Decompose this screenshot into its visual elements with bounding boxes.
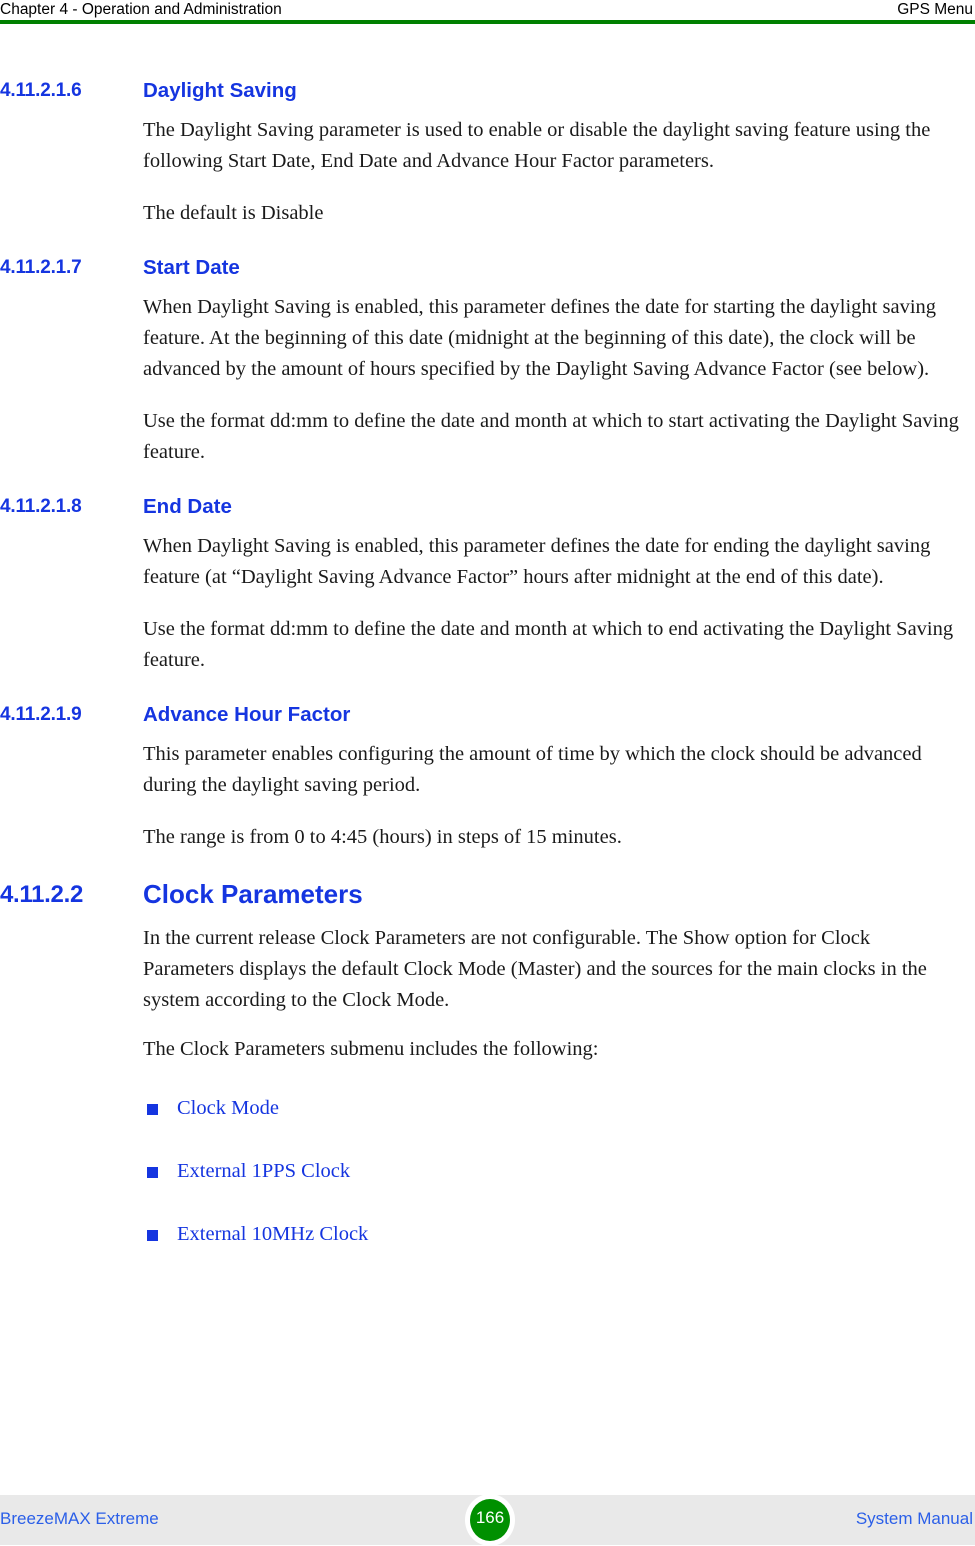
header-section-title: GPS Menu: [897, 1, 973, 18]
heading-title: Daylight Saving: [143, 79, 297, 102]
paragraph: Use the format dd:mm to define the date …: [143, 618, 954, 671]
paragraph: In the current release Clock Parameters …: [143, 927, 927, 1011]
paragraph: The Clock Parameters submenu includes th…: [143, 1038, 599, 1060]
footer-product-name: BreezeMAX Extreme: [0, 1509, 159, 1528]
heading-number: 4.11.2.1.9: [0, 704, 82, 725]
heading-clock-parameters: 4.11.2.2 Clock Parameters: [0, 878, 975, 911]
header-chapter-title: Chapter 4 - Operation and Administration: [0, 1, 282, 18]
list-item[interactable]: Clock Mode: [143, 1093, 975, 1124]
heading-start-date: 4.11.2.1.7 Start Date: [0, 255, 975, 281]
heading-title: Advance Hour Factor: [143, 703, 351, 726]
heading-title: Start Date: [143, 256, 240, 279]
heading-number: 4.11.2.1.8: [0, 496, 82, 517]
footer-document-type: System Manual: [855, 1509, 973, 1528]
square-bullet-icon: [147, 1167, 158, 1178]
section-clock-parameters: 4.11.2.2 Clock Parameters In the current…: [0, 878, 975, 1065]
heading-number: 4.11.2.1.6: [0, 80, 82, 101]
section-start-date: 4.11.2.1.7 Start Date When Daylight Savi…: [0, 255, 975, 468]
header-divider-rule: [0, 20, 975, 24]
page-number: 166: [475, 1508, 505, 1527]
heading-number: 4.11.2.1.7: [0, 257, 82, 278]
heading-daylight-saving: 4.11.2.1.6 Daylight Saving: [0, 78, 975, 104]
heading-title: Clock Parameters: [143, 879, 363, 909]
square-bullet-icon: [147, 1104, 158, 1115]
paragraph: The Daylight Saving parameter is used to…: [143, 119, 931, 172]
list-item-label[interactable]: External 10MHz Clock: [177, 1223, 368, 1245]
heading-advance-hour-factor: 4.11.2.1.9 Advance Hour Factor: [0, 702, 975, 728]
paragraph: The range is from 0 to 4:45 (hours) in s…: [143, 826, 622, 848]
paragraph: Use the format dd:mm to define the date …: [143, 410, 959, 463]
list-item-label[interactable]: External 1PPS Clock: [177, 1160, 350, 1182]
heading-title: End Date: [143, 495, 232, 518]
paragraph: When Daylight Saving is enabled, this pa…: [143, 296, 937, 380]
clock-parameters-submenu-list: Clock Mode External 1PPS Clock External …: [143, 1093, 975, 1250]
paragraph: This parameter enables configuring the a…: [143, 743, 922, 796]
document-body: 4.11.2.1.6 Daylight Saving The Daylight …: [0, 78, 975, 1250]
section-daylight-saving: 4.11.2.1.6 Daylight Saving The Daylight …: [0, 78, 975, 229]
list-item[interactable]: External 1PPS Clock: [143, 1156, 975, 1187]
section-advance-hour-factor: 4.11.2.1.9 Advance Hour Factor This para…: [0, 702, 975, 853]
page-number-badge: 166: [465, 1494, 515, 1546]
paragraph: When Daylight Saving is enabled, this pa…: [143, 535, 931, 588]
section-end-date: 4.11.2.1.8 End Date When Daylight Saving…: [0, 494, 975, 676]
square-bullet-icon: [147, 1230, 158, 1241]
heading-number: 4.11.2.2: [0, 881, 84, 908]
heading-end-date: 4.11.2.1.8 End Date: [0, 494, 975, 520]
list-item-label[interactable]: Clock Mode: [177, 1097, 279, 1119]
paragraph: The default is Disable: [143, 202, 324, 224]
list-item[interactable]: External 10MHz Clock: [143, 1219, 975, 1250]
